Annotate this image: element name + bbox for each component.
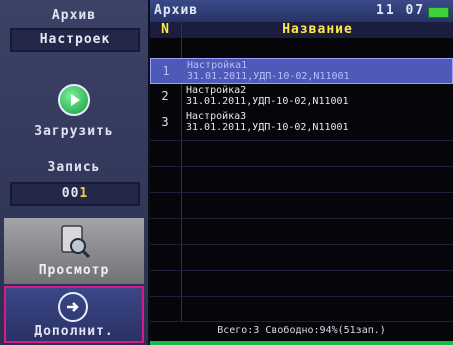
row-name: Настройка1 [187, 60, 248, 71]
archive-label: Архив [51, 8, 97, 23]
row-detail: 31.01.2011,УДП-10-02,N11001 [186, 96, 349, 107]
window-title: Архив [154, 3, 199, 18]
load-button-label: Загрузить [34, 124, 114, 139]
load-button[interactable]: Загрузить [4, 84, 144, 146]
extra-button-label: Дополнит. [34, 324, 114, 339]
battery-icon [428, 7, 449, 18]
column-header-name: Название [282, 22, 353, 37]
document-search-icon [61, 225, 91, 259]
view-button-label: Просмотр [38, 263, 110, 278]
row-detail: 31.01.2011,УДП-10-02,N11001 [186, 122, 349, 133]
status-line: Всего:3 Свободно:94%(51зап.) [217, 325, 386, 336]
row-detail: 31.01.2011,УДП-10-02,N11001 [187, 71, 350, 82]
extra-button[interactable]: Дополнит. [4, 286, 144, 343]
play-icon [58, 84, 90, 116]
row-divider [150, 270, 453, 271]
row-divider [150, 244, 453, 245]
row-name: Настройка2 [186, 85, 247, 96]
table-row[interactable]: 2 Настройка2 31.01.2011,УДП-10-02,N11001 [150, 84, 453, 110]
title-bar: Архив 11 07 [150, 0, 453, 22]
row-divider [150, 296, 453, 297]
row-number: 1 [162, 64, 170, 78]
table-row[interactable]: 1 Настройка1 31.01.2011,УДП-10-02,N11001 [150, 58, 453, 84]
record-number-field[interactable]: 001 [10, 182, 140, 206]
clock: 11 07 [376, 3, 426, 18]
row-number: 3 [161, 115, 169, 129]
row-divider [150, 218, 453, 219]
record-number-prefix: 00 [61, 186, 80, 201]
row-divider [150, 192, 453, 193]
record-number-digit: 1 [79, 186, 89, 201]
archive-panel: Архив 11 07 N Название 1 Настройка1 31.0… [150, 0, 453, 345]
table-header: N Название [150, 22, 453, 38]
settings-field[interactable]: Настроек [10, 28, 140, 52]
record-label: Запись [47, 160, 101, 175]
column-header-number: N [161, 22, 169, 37]
status-bar-indicator [150, 341, 453, 345]
device-screen: Архив Настроек Загрузить Запись 001 Прос… [0, 0, 453, 345]
view-button[interactable]: Просмотр [4, 218, 144, 284]
row-name: Настройка3 [186, 111, 247, 122]
row-divider [150, 140, 453, 141]
row-divider [150, 321, 453, 322]
arrow-right-icon [58, 292, 88, 322]
sidebar: Архив Настроек Загрузить Запись 001 Прос… [0, 0, 148, 345]
row-divider [150, 166, 453, 167]
row-number: 2 [161, 89, 169, 103]
table-row[interactable]: 3 Настройка3 31.01.2011,УДП-10-02,N11001 [150, 110, 453, 136]
